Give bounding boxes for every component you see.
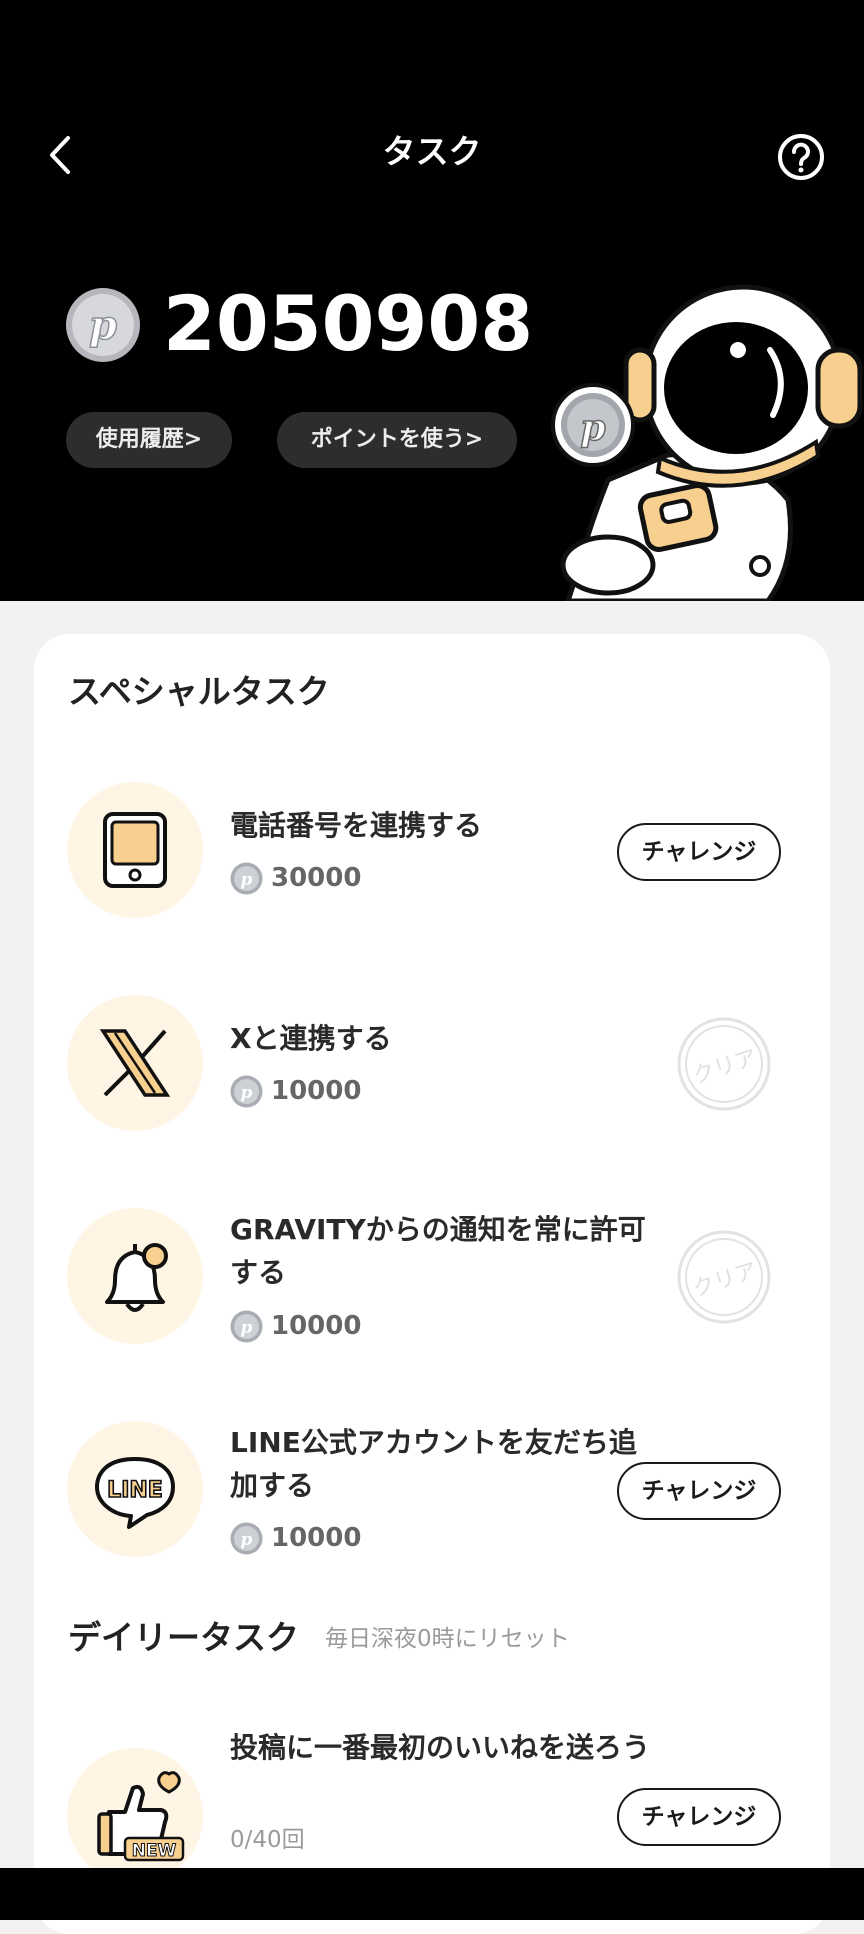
task-title: Xと連携する <box>230 1022 392 1055</box>
svg-text:NEW: NEW <box>132 1841 177 1861</box>
challenge-button[interactable]: チャレンジ <box>617 1788 781 1846</box>
task-title: LINE公式アカウントを友だち追加する <box>230 1426 637 1502</box>
task-reward: p 30000 <box>230 860 361 896</box>
task-reward: p 10000 <box>230 1520 361 1556</box>
system-navigation-bar <box>0 1868 864 1920</box>
point-coin-icon: p <box>230 1075 263 1107</box>
point-coin-icon: p <box>66 288 140 362</box>
phone-task-icon-bg <box>67 782 203 918</box>
x-logo-icon <box>99 1029 171 1097</box>
svg-text:p: p <box>241 870 253 890</box>
page-title: タスク <box>382 132 482 171</box>
line-task-icon-bg: LINE <box>67 1421 203 1557</box>
bell-icon <box>105 1243 168 1312</box>
cleared-stamp-icon: クリア <box>677 1230 771 1324</box>
cleared-stamp-label: クリア <box>690 1258 761 1302</box>
cleared-stamp-icon: クリア <box>677 1017 771 1111</box>
reward-amount: 10000 <box>271 1311 362 1341</box>
bell-task-icon-bg <box>67 1208 203 1344</box>
header: タスク p 2050908 使用履歴> ポイントを使う> p <box>0 0 864 601</box>
svg-text:p: p <box>241 1083 253 1103</box>
task-title: 投稿に一番最初のいいねを送ろう <box>230 1731 651 1764</box>
reward-amount: 30000 <box>271 863 362 893</box>
daily-tasks-title: デイリータスク <box>68 1618 299 1657</box>
point-coin-icon: p <box>230 1522 263 1554</box>
point-coin-icon: p <box>230 862 263 894</box>
svg-text:p: p <box>89 302 117 349</box>
challenge-button[interactable]: チャレンジ <box>617 1462 781 1520</box>
thumbs-up-new-icon: NEW <box>97 1771 185 1862</box>
task-progress: 0/40回 <box>230 1827 305 1853</box>
svg-text:LINE: LINE <box>107 1478 163 1503</box>
daily-reset-note: 毎日深夜0時にリセット <box>325 1626 570 1652</box>
cleared-stamp-label: クリア <box>690 1045 761 1089</box>
task-reward: p 10000 <box>230 1073 361 1109</box>
point-coin-icon: p <box>230 1310 263 1342</box>
use-points-button[interactable]: ポイントを使う> <box>277 412 517 468</box>
like-task-icon-bg: NEW <box>67 1748 203 1884</box>
reward-amount: 10000 <box>271 1076 362 1106</box>
svg-text:p: p <box>580 407 605 449</box>
line-icon: LINE <box>95 1457 175 1529</box>
x-task-icon-bg <box>67 995 203 1131</box>
challenge-button[interactable]: チャレンジ <box>617 823 781 881</box>
phone-icon <box>103 812 167 888</box>
help-icon[interactable] <box>776 132 826 182</box>
svg-text:p: p <box>241 1530 253 1550</box>
svg-text:p: p <box>241 1318 253 1338</box>
usage-history-button[interactable]: 使用履歴> <box>66 412 232 468</box>
reward-amount: 10000 <box>271 1523 362 1553</box>
astronaut-mascot-illustration: p <box>551 284 863 601</box>
point-balance: 2050908 <box>163 279 534 368</box>
task-title: GRAVITYからの通知を常に許可する <box>230 1213 646 1289</box>
task-reward: p 10000 <box>230 1308 361 1344</box>
special-tasks-title: スペシャルタスク <box>68 672 330 711</box>
task-title: 電話番号を連携する <box>230 809 483 842</box>
